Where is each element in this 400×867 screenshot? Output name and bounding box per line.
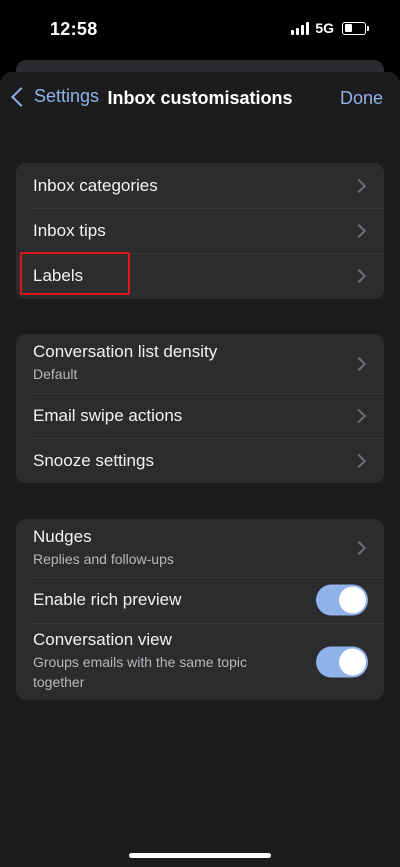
row-nudges[interactable]: Nudges Replies and follow-ups — [16, 519, 384, 577]
row-label: Nudges — [33, 526, 92, 546]
settings-group-conversation: Conversation list density Default Email … — [16, 334, 384, 483]
network-type: 5G — [315, 20, 334, 36]
row-subtitle: Replies and follow-ups — [33, 550, 174, 567]
signal-icon — [291, 21, 310, 35]
row-enable-rich-preview: Enable rich preview — [16, 577, 384, 623]
row-label: Snooze settings — [33, 450, 154, 470]
row-conversation-view: Conversation view Groups emails with the… — [16, 623, 384, 700]
row-label: Email swipe actions — [33, 405, 183, 425]
status-bar: 12:58 5G — [0, 0, 400, 60]
row-inbox-tips[interactable]: Inbox tips — [16, 208, 384, 253]
row-labels[interactable]: Labels — [16, 253, 384, 299]
done-button[interactable]: Done — [340, 88, 383, 109]
status-time: 12:58 — [50, 19, 98, 39]
toggle-knob — [339, 586, 366, 614]
rich-preview-toggle[interactable] — [316, 584, 368, 616]
row-inbox-categories[interactable]: Inbox categories — [16, 163, 384, 208]
settings-group-inbox: Inbox categories Inbox tips Labels — [16, 163, 384, 299]
row-conversation-list-density[interactable]: Conversation list density Default — [16, 334, 384, 393]
row-subtitle: Groups emails with the same topic togeth… — [33, 654, 247, 690]
row-email-swipe-actions[interactable]: Email swipe actions — [16, 393, 384, 438]
status-icons: 5G — [291, 20, 369, 36]
row-snooze-settings[interactable]: Snooze settings — [16, 438, 384, 483]
row-label: Inbox categories — [33, 175, 158, 195]
conversation-view-toggle[interactable] — [316, 646, 368, 677]
battery-icon — [342, 21, 369, 35]
row-label: Labels — [33, 266, 84, 285]
toggle-knob — [339, 648, 366, 675]
navigation-bar: Settings Inbox customisations Done — [0, 72, 400, 126]
row-subtitle: Default — [33, 366, 78, 383]
home-indicator — [129, 853, 271, 858]
row-label: Conversation list density — [33, 342, 218, 362]
settings-group-features: Nudges Replies and follow-ups Enable ric… — [16, 519, 384, 700]
row-label: Inbox tips — [33, 220, 106, 240]
